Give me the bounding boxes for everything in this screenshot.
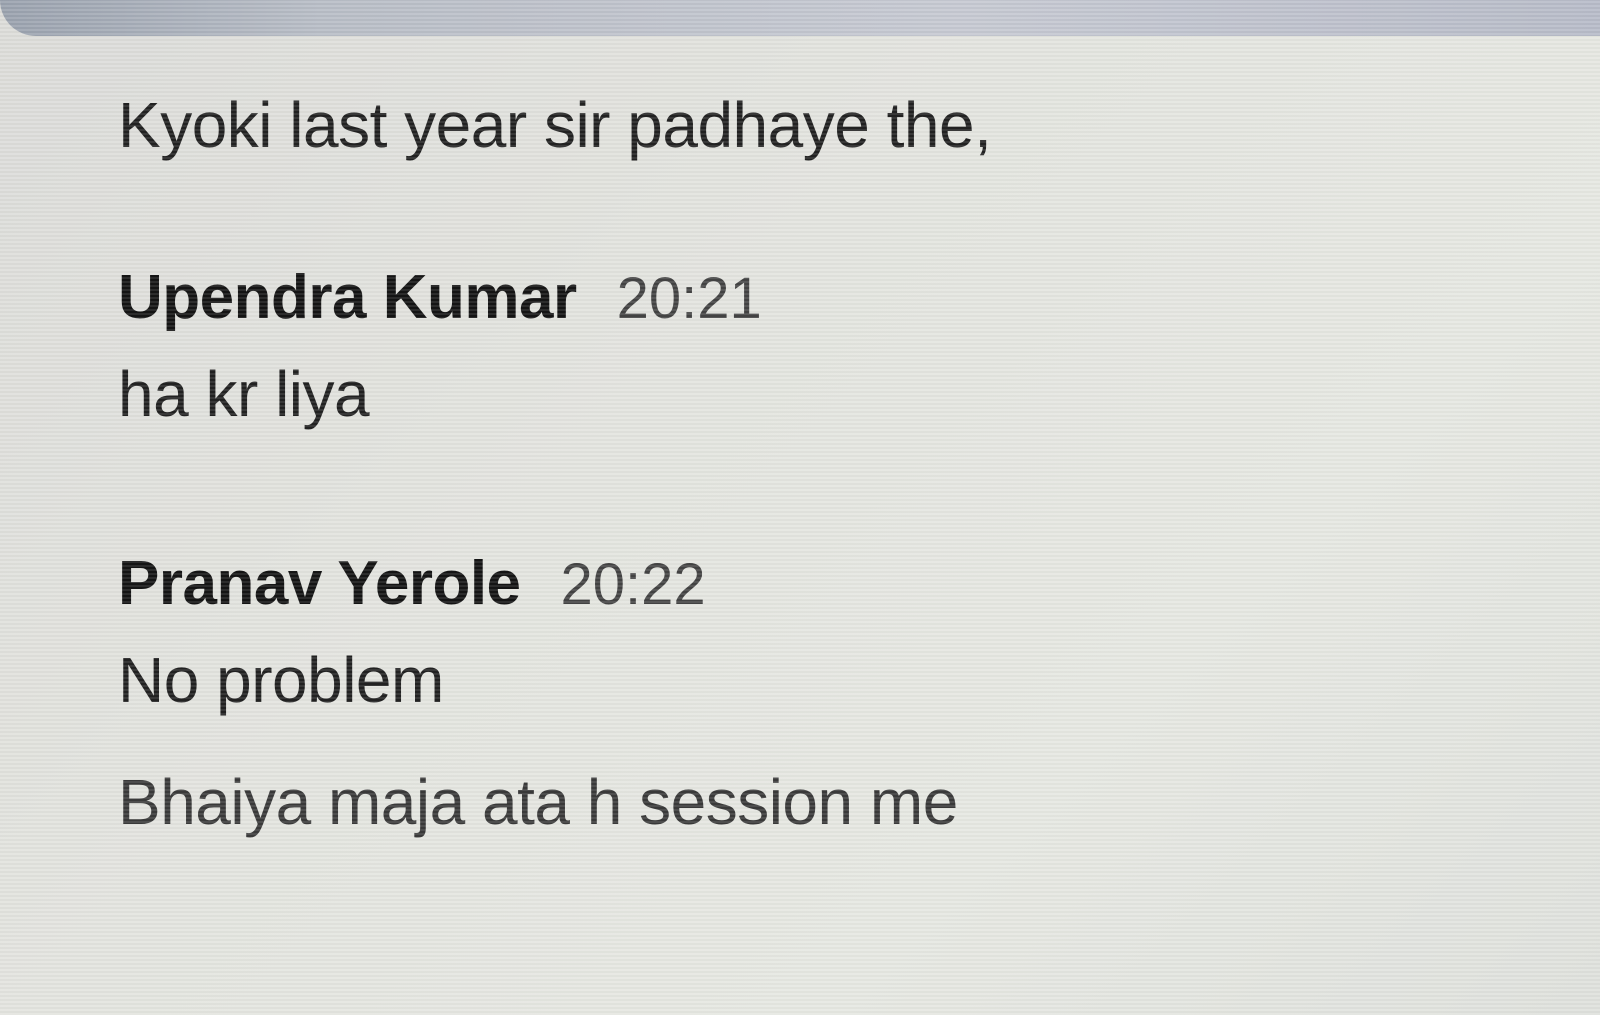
sender-name: Pranav Yerole [118, 548, 521, 618]
message-group: Pranav Yerole 20:22 No problem Bhaiya ma… [118, 548, 1418, 838]
message-group: Upendra Kumar 20:21 ha kr liya [118, 262, 1418, 429]
sender-name: Upendra Kumar [118, 263, 577, 333]
chat-message: ha kr liya [118, 358, 370, 431]
message-timestamp: 20:21 [616, 266, 762, 332]
chat-message: Kyoki last year sir padhaye the, [118, 89, 992, 161]
chat-message-list: Kyoki last year sir padhaye the, Upendra… [118, 90, 1418, 956]
chat-message: No problem [118, 643, 444, 716]
message-header: Upendra Kumar 20:21 [118, 262, 1418, 333]
window-top-edge [0, 0, 1600, 36]
message-timestamp: 20:22 [560, 551, 706, 617]
message-header: Pranav Yerole 20:22 [118, 548, 1418, 619]
chat-message: Bhaiya maja ata h session me [118, 766, 958, 839]
